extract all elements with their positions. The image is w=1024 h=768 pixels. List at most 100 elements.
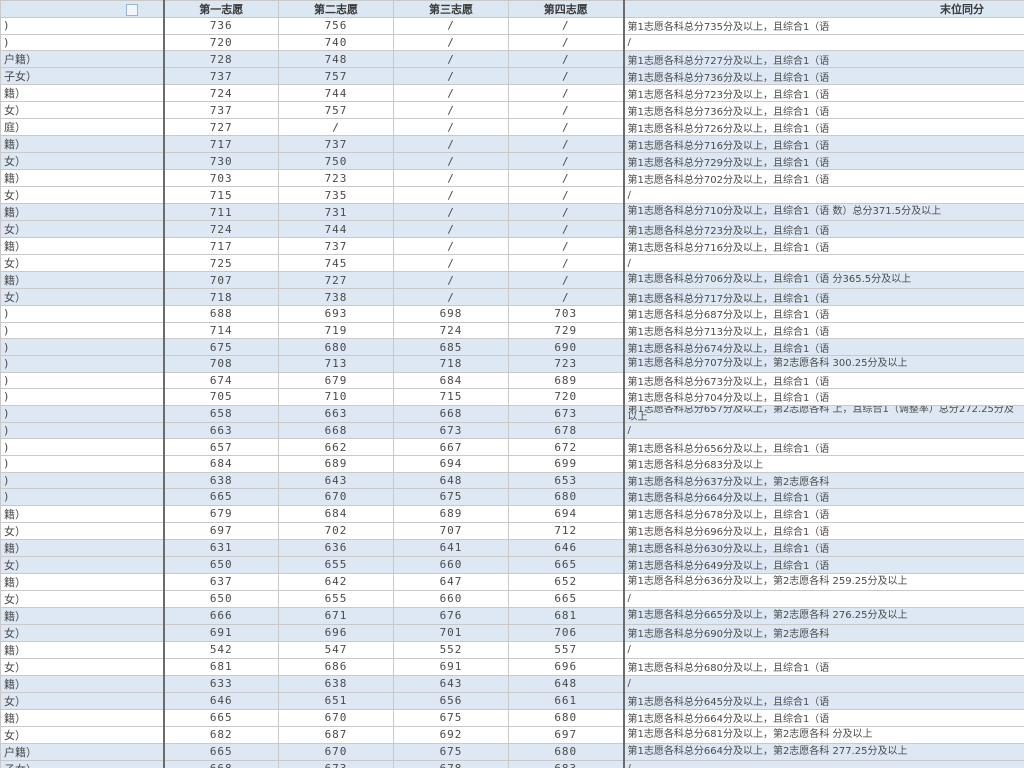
cell-choice-1[interactable]: 714 <box>162 321 279 340</box>
cell-tiebreak-note[interactable]: 第1志愿各科总分713分及以上，且综合1（语 <box>622 321 1024 340</box>
cell-school-name[interactable]: 女） <box>0 657 164 676</box>
cell-choice-1[interactable]: 633 <box>162 674 279 693</box>
cell-choice-4[interactable]: 680 <box>508 488 624 506</box>
cell-choice-4[interactable]: / <box>508 203 624 222</box>
cell-choice-1[interactable]: 688 <box>162 305 279 323</box>
cell-school-name[interactable]: 籍） <box>0 640 164 659</box>
cell-choice-2[interactable]: 744 <box>278 220 394 239</box>
cell-school-name[interactable]: 女） <box>0 186 164 205</box>
cell-choice-2[interactable]: 731 <box>278 203 394 222</box>
cell-choice-4[interactable]: / <box>508 186 624 205</box>
cell-choice-1[interactable]: 717 <box>162 135 279 154</box>
cell-choice-2[interactable]: 723 <box>278 169 394 188</box>
cell-tiebreak-note[interactable]: 第1志愿各科总分736分及以上，且综合1（语 <box>622 67 1024 86</box>
cell-choice-2[interactable]: 745 <box>278 254 394 273</box>
cell-choice-2[interactable]: 748 <box>278 50 394 69</box>
cell-choice-3[interactable]: 692 <box>393 725 509 744</box>
cell-tiebreak-note[interactable]: 第1志愿各科总分664分及以上，第2志愿各科 277.25分及以上 <box>622 742 1024 761</box>
cell-choice-1[interactable]: 717 <box>162 237 279 256</box>
cell-choice-4[interactable]: / <box>508 101 624 120</box>
cell-school-name[interactable]: 户籍） <box>0 742 164 761</box>
cell-choice-1[interactable]: 631 <box>162 538 279 557</box>
header-choice-1[interactable]: 第一志愿 <box>162 0 279 18</box>
cell-choice-3[interactable]: 718 <box>393 354 509 373</box>
cell-choice-2[interactable]: 686 <box>278 657 394 676</box>
cell-choice-2[interactable]: 642 <box>278 572 394 591</box>
cell-tiebreak-note[interactable]: 第1志愿各科总分707分及以上，第2志愿各科 300.25分及以上 <box>622 354 1024 373</box>
cell-choice-3[interactable]: / <box>393 203 509 222</box>
cell-tiebreak-note[interactable]: 第1志愿各科总分630分及以上，且综合1（语 <box>622 538 1024 557</box>
cell-choice-3[interactable]: / <box>393 186 509 205</box>
cell-choice-1[interactable]: 691 <box>162 623 279 642</box>
cell-choice-4[interactable]: / <box>508 271 624 290</box>
header-tiebreak[interactable]: 末位同分 <box>622 0 1024 18</box>
cell-choice-4[interactable]: 665 <box>508 589 624 608</box>
cell-choice-2[interactable]: 737 <box>278 237 394 256</box>
cell-tiebreak-note[interactable]: 第1志愿各科总分696分及以上，且综合1（语 <box>622 521 1024 540</box>
cell-school-name[interactable]: 籍） <box>0 674 164 693</box>
cell-tiebreak-note[interactable]: 第1志愿各科总分726分及以上，且综合1（语 <box>622 118 1024 137</box>
cell-choice-2[interactable]: 636 <box>278 538 394 557</box>
cell-choice-3[interactable]: 660 <box>393 589 509 608</box>
cell-choice-1[interactable]: 728 <box>162 50 279 69</box>
cell-choice-3[interactable]: / <box>393 84 509 103</box>
cell-school-name[interactable]: ) <box>0 338 164 356</box>
cell-choice-3[interactable]: 676 <box>393 606 509 625</box>
cell-choice-2[interactable]: 750 <box>278 152 394 171</box>
cell-choice-4[interactable]: 720 <box>508 388 624 406</box>
cell-choice-3[interactable]: 641 <box>393 538 509 557</box>
cell-school-name[interactable]: 女） <box>0 589 164 608</box>
cell-tiebreak-note[interactable]: 第1志愿各科总分680分及以上，且综合1（语 <box>622 657 1024 676</box>
filter-dropdown-icon[interactable] <box>125 3 138 16</box>
cell-choice-2[interactable]: 757 <box>278 101 394 120</box>
cell-choice-1[interactable]: 737 <box>162 101 279 120</box>
cell-choice-4[interactable]: 683 <box>508 759 624 768</box>
cell-choice-3[interactable]: / <box>393 101 509 120</box>
cell-choice-4[interactable]: 723 <box>508 354 624 373</box>
cell-choice-2[interactable]: 727 <box>278 271 394 290</box>
cell-choice-4[interactable]: 672 <box>508 438 624 456</box>
cell-choice-4[interactable]: 652 <box>508 572 624 591</box>
cell-school-name[interactable]: 女） <box>0 254 164 273</box>
cell-choice-4[interactable]: / <box>508 84 624 103</box>
cell-choice-4[interactable]: / <box>508 152 624 171</box>
cell-tiebreak-note[interactable]: 第1志愿各科总分681分及以上，第2志愿各科 分及以上 <box>622 725 1024 744</box>
cell-choice-1[interactable]: 542 <box>162 640 279 659</box>
cell-school-name[interactable]: 女） <box>0 555 164 574</box>
cell-choice-3[interactable]: / <box>393 237 509 256</box>
cell-choice-1[interactable]: 663 <box>162 421 279 440</box>
cell-choice-4[interactable]: 690 <box>508 338 624 356</box>
cell-tiebreak-note[interactable]: 第1志愿各科总分674分及以上，且综合1（语 <box>622 338 1024 356</box>
cell-tiebreak-note[interactable]: 第1志愿各科总分727分及以上，且综合1（语 <box>622 50 1024 69</box>
cell-choice-3[interactable]: 647 <box>393 572 509 591</box>
cell-school-name[interactable]: 籍） <box>0 538 164 557</box>
cell-choice-4[interactable]: 665 <box>508 555 624 574</box>
cell-choice-4[interactable]: 703 <box>508 305 624 323</box>
cell-school-name[interactable]: 籍） <box>0 203 164 222</box>
cell-choice-1[interactable]: 682 <box>162 725 279 744</box>
cell-tiebreak-note[interactable]: 第1志愿各科总分636分及以上，第2志愿各科 259.25分及以上 <box>622 572 1024 591</box>
cell-choice-1[interactable]: 679 <box>162 504 279 523</box>
cell-tiebreak-note[interactable]: 第1志愿各科总分687分及以上，且综合1（语 <box>622 305 1024 323</box>
cell-choice-3[interactable]: 675 <box>393 488 509 506</box>
cell-choice-3[interactable]: 675 <box>393 708 509 727</box>
cell-tiebreak-note[interactable]: 第1志愿各科总分690分及以上，第2志愿各科 <box>622 623 1024 642</box>
cell-choice-3[interactable]: 668 <box>393 404 509 423</box>
cell-choice-4[interactable]: 697 <box>508 725 624 744</box>
cell-choice-2[interactable]: 744 <box>278 84 394 103</box>
cell-tiebreak-note[interactable]: 第1志愿各科总分716分及以上，且综合1（语 <box>622 237 1024 256</box>
cell-tiebreak-note[interactable]: 第1志愿各科总分736分及以上，且综合1（语 <box>622 101 1024 120</box>
cell-choice-2[interactable]: 693 <box>278 305 394 323</box>
cell-choice-3[interactable]: 552 <box>393 640 509 659</box>
cell-school-name[interactable]: 籍） <box>0 504 164 523</box>
cell-choice-3[interactable]: / <box>393 118 509 137</box>
cell-tiebreak-note[interactable]: 第1志愿各科总分665分及以上，第2志愿各科 276.25分及以上 <box>622 606 1024 625</box>
cell-tiebreak-note[interactable]: / <box>622 674 1024 693</box>
cell-tiebreak-note[interactable]: / <box>622 759 1024 768</box>
cell-school-name[interactable]: 籍） <box>0 271 164 290</box>
cell-choice-1[interactable]: 718 <box>162 288 279 307</box>
cell-school-name[interactable]: 籍） <box>0 169 164 188</box>
cell-choice-2[interactable]: 757 <box>278 67 394 86</box>
cell-choice-3[interactable]: / <box>393 17 509 35</box>
cell-choice-1[interactable]: 637 <box>162 572 279 591</box>
